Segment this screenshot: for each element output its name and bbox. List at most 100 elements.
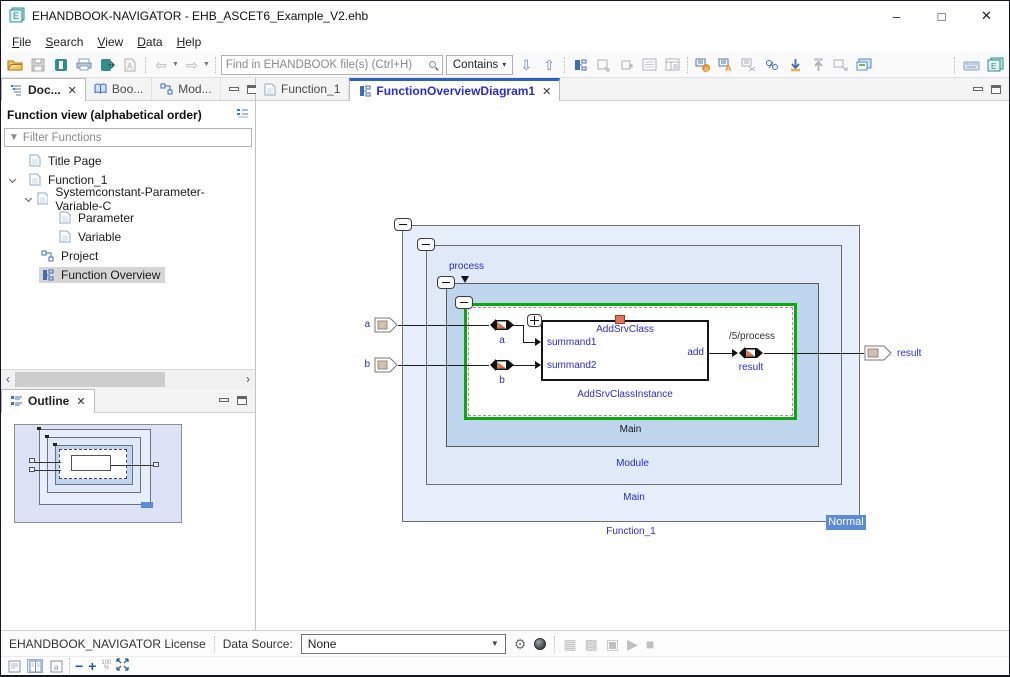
close-tab-icon[interactable]: ✕ bbox=[76, 395, 85, 408]
svg-text:A: A bbox=[127, 62, 133, 71]
expander-icon[interactable] bbox=[21, 192, 35, 206]
filter-functions-input[interactable] bbox=[23, 132, 247, 144]
converter-b-icon[interactable] bbox=[489, 358, 515, 372]
zoom-100-icon[interactable]: 100 % bbox=[101, 661, 111, 671]
navigate-hierarchy-icon[interactable] bbox=[762, 55, 782, 75]
converter-a-icon[interactable] bbox=[489, 318, 515, 332]
list-view-icon[interactable] bbox=[639, 55, 659, 75]
tab-function-1[interactable]: Function_1 bbox=[256, 78, 349, 100]
tab-bookmarks[interactable]: Boo... bbox=[86, 78, 152, 100]
collapse-diagram-icon[interactable] bbox=[593, 55, 613, 75]
zoom-in-icon[interactable]: + bbox=[88, 659, 96, 673]
fit-to-screen-icon[interactable] bbox=[116, 658, 129, 674]
thumbnail-view-icon[interactable]: a bbox=[48, 659, 64, 673]
single-page-view-icon[interactable] bbox=[6, 659, 22, 673]
scrollbar-thumb[interactable] bbox=[15, 372, 165, 387]
find-previous-icon[interactable]: ⇧ bbox=[539, 55, 559, 75]
collapse-button[interactable] bbox=[417, 238, 435, 251]
tab-function-overview-diagram[interactable]: FunctionOverviewDiagram1 ✕ bbox=[349, 78, 560, 101]
scroll-right-icon[interactable]: › bbox=[241, 372, 255, 386]
menu-search[interactable]: Search bbox=[38, 33, 90, 51]
settings-gear-icon[interactable]: ⚙ bbox=[514, 637, 527, 651]
pdf-export-icon[interactable]: A bbox=[120, 55, 140, 75]
ehandbook-logo-icon[interactable]: E bbox=[985, 55, 1005, 75]
block-output-add: add bbox=[676, 347, 704, 359]
menu-view[interactable]: View bbox=[90, 33, 130, 51]
maximize-panel-icon[interactable] bbox=[237, 396, 247, 405]
port-b[interactable] bbox=[374, 357, 398, 373]
experiment-window-icon[interactable]: ▣ bbox=[606, 637, 619, 651]
collapse-button[interactable] bbox=[455, 296, 473, 309]
expander-icon[interactable] bbox=[5, 173, 19, 187]
forward-icon[interactable]: ⇨ bbox=[182, 55, 202, 75]
tree-item-function-overview[interactable]: Function Overview bbox=[1, 265, 255, 284]
minimize-panel-icon[interactable] bbox=[973, 87, 983, 91]
search-input[interactable] bbox=[226, 59, 429, 71]
converter-result-icon[interactable] bbox=[738, 346, 764, 360]
minimize-button[interactable]: – bbox=[874, 1, 919, 31]
find-next-icon[interactable]: ⇩ bbox=[516, 55, 536, 75]
measure-grid-icon[interactable]: ▦ bbox=[563, 637, 576, 651]
tab-models[interactable]: Mod... bbox=[152, 78, 220, 100]
contains-dropdown[interactable]: Contains ▾ bbox=[446, 55, 513, 75]
minimize-panel-icon[interactable] bbox=[219, 398, 229, 402]
port-result[interactable] bbox=[864, 345, 892, 361]
add-calibration-label-icon[interactable]: o bbox=[693, 55, 713, 75]
expand-diagram-icon[interactable] bbox=[616, 55, 636, 75]
keyboard-shortcuts-icon[interactable] bbox=[961, 55, 981, 75]
wire-result bbox=[709, 353, 732, 354]
print-icon[interactable] bbox=[74, 55, 94, 75]
book-view-icon[interactable] bbox=[27, 659, 43, 673]
calibrate-grid-icon[interactable]: ▩ bbox=[585, 637, 598, 651]
tab-outline[interactable]: Outline ✕ bbox=[1, 389, 95, 413]
tree-item-systemconstant[interactable]: Systemconstant-Parameter-Variable-C bbox=[1, 189, 255, 208]
diagram-canvas[interactable]: process AddSrvClass summand1 summand2 ad… bbox=[256, 101, 1009, 630]
menu-help[interactable]: Help bbox=[170, 33, 209, 51]
link-diagram-icon[interactable] bbox=[831, 55, 851, 75]
data-sphere-icon[interactable] bbox=[534, 638, 546, 650]
app-logo-icon: E bbox=[9, 7, 26, 26]
function-overview-icon[interactable] bbox=[570, 55, 590, 75]
add-text-label-icon[interactable]: A bbox=[716, 55, 736, 75]
close-tab-icon[interactable]: ✕ bbox=[542, 85, 551, 98]
expand-block-button[interactable] bbox=[527, 314, 542, 327]
process-port-marker[interactable] bbox=[461, 276, 469, 283]
block-marker-icon[interactable] bbox=[615, 315, 625, 324]
view-menu-icon[interactable] bbox=[236, 108, 249, 122]
table-view-icon[interactable] bbox=[662, 55, 682, 75]
horizontal-scrollbar[interactable]: ‹ › bbox=[1, 369, 255, 389]
tree-item-variable[interactable]: Variable bbox=[1, 227, 255, 246]
open-ehandbook-icon[interactable] bbox=[51, 55, 71, 75]
filter-icon: ▼ bbox=[9, 132, 19, 143]
remove-label-icon[interactable] bbox=[739, 55, 759, 75]
back-icon[interactable]: ⇦ bbox=[151, 55, 171, 75]
data-source-select[interactable]: None ▼ bbox=[301, 634, 506, 654]
collapse-button[interactable] bbox=[394, 218, 412, 231]
project-diagram-icon bbox=[41, 250, 54, 262]
export-ehandbook-icon[interactable] bbox=[97, 55, 117, 75]
forward-history-caret-icon[interactable]: ▼ bbox=[203, 61, 210, 68]
close-tab-icon[interactable]: ✕ bbox=[68, 84, 77, 97]
maximize-button[interactable]: □ bbox=[919, 1, 964, 31]
minimize-panel-icon[interactable] bbox=[229, 87, 239, 91]
save-icon[interactable] bbox=[28, 55, 48, 75]
scroll-left-icon[interactable]: ‹ bbox=[1, 372, 15, 386]
back-history-caret-icon[interactable]: ▼ bbox=[172, 61, 179, 68]
tree-item-title-page[interactable]: Title Page bbox=[1, 151, 255, 170]
close-button[interactable]: ✕ bbox=[964, 1, 1009, 31]
open-file-icon[interactable] bbox=[5, 55, 25, 75]
stop-measurement-icon[interactable]: ■ bbox=[646, 637, 654, 651]
tab-documents[interactable]: Doc... ✕ bbox=[1, 78, 86, 101]
menu-data[interactable]: Data bbox=[130, 33, 169, 51]
zoom-out-icon[interactable]: − bbox=[75, 659, 83, 673]
collapse-button[interactable] bbox=[437, 276, 455, 289]
open-in-window-icon[interactable] bbox=[854, 55, 874, 75]
tree-item-project[interactable]: Project bbox=[1, 246, 255, 265]
export-values-icon[interactable] bbox=[808, 55, 828, 75]
maximize-panel-icon[interactable] bbox=[991, 85, 1001, 94]
start-measurement-icon[interactable]: ▶ bbox=[627, 637, 638, 651]
port-a[interactable] bbox=[374, 317, 398, 333]
outline-thumbnail[interactable] bbox=[14, 424, 182, 523]
import-values-icon[interactable] bbox=[785, 55, 805, 75]
menu-file[interactable]: File bbox=[5, 33, 38, 51]
